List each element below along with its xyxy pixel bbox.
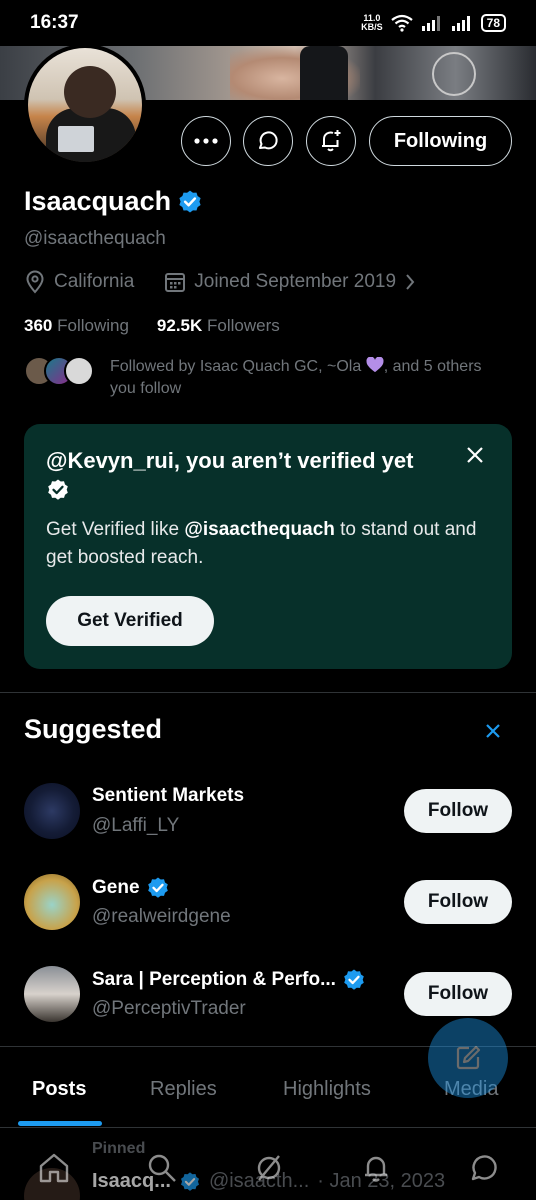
- tab-posts[interactable]: Posts: [32, 1078, 86, 1101]
- close-icon[interactable]: [484, 722, 502, 740]
- status-bar: 16:37 11.0 KB/S 78: [0, 0, 536, 46]
- bottom-navigation: [0, 1140, 536, 1200]
- suggested-avatar: [24, 874, 80, 930]
- signal-icon: [421, 16, 440, 31]
- suggested-avatar: [24, 783, 80, 839]
- verified-badge-icon: [179, 190, 201, 213]
- get-verified-button[interactable]: Get Verified: [46, 596, 214, 646]
- status-time: 16:37: [30, 12, 79, 33]
- banner-car-key: [300, 46, 348, 100]
- following-button[interactable]: Following: [369, 116, 512, 166]
- verified-badge-icon: [147, 877, 168, 898]
- verify-promo-card: @Kevyn_rui, you aren’t verified yet Get …: [24, 424, 512, 669]
- search-icon: [148, 1154, 177, 1182]
- calendar-icon: [165, 273, 186, 292]
- suggested-handle: @Laffi_LY: [92, 815, 180, 836]
- active-tab-indicator: [18, 1121, 102, 1126]
- verify-card-description: Get Verified like @isaacthequach to stan…: [46, 516, 496, 572]
- profile-avatar[interactable]: [24, 44, 146, 166]
- follow-button[interactable]: Follow: [404, 789, 512, 833]
- nav-search[interactable]: [146, 1152, 178, 1189]
- suggested-name: Sara | Perception & Perfo...: [92, 969, 336, 990]
- followed-by-names: Followed by Isaac Quach GC, ~Ola: [110, 358, 362, 375]
- bell-plus-icon: [322, 130, 341, 152]
- verified-check-icon: [48, 479, 68, 500]
- compose-button[interactable]: [428, 1018, 508, 1098]
- profile-location: California: [54, 271, 135, 292]
- followers-count: 92.5K: [156, 316, 203, 335]
- battery-indicator: 78: [480, 14, 506, 32]
- divider: [0, 692, 536, 693]
- purple-heart-icon: [366, 357, 384, 373]
- home-icon: [40, 1153, 69, 1182]
- chevron-right-icon[interactable]: [404, 272, 416, 292]
- divider: [0, 1127, 536, 1128]
- suggested-name: Sentient Markets: [92, 785, 245, 806]
- banner-car-logo: [432, 52, 476, 96]
- tab-replies[interactable]: Replies: [150, 1078, 217, 1101]
- profile-handle: @isaacthequach: [24, 228, 166, 249]
- nav-home[interactable]: [37, 1152, 71, 1189]
- profile-name-row: Isaacquach: [24, 186, 203, 217]
- net-speed-unit: KB/S: [361, 22, 383, 32]
- followers-count-link[interactable]: 92.5K Followers: [157, 316, 280, 336]
- following-count-link[interactable]: 360 Following: [24, 316, 129, 336]
- followed-by-text[interactable]: Followed by Isaac Quach GC, ~Ola , and 5…: [110, 356, 510, 400]
- following-count: 360: [24, 316, 53, 335]
- nav-messages[interactable]: [467, 1152, 499, 1189]
- profile-meta: California Joined September 2019: [24, 270, 416, 294]
- suggested-item[interactable]: Sentient Markets @Laffi_LY Follow: [24, 783, 512, 843]
- suggested-item[interactable]: Gene @realweirdgene Follow: [24, 874, 512, 934]
- location-pin-icon: [26, 270, 44, 294]
- signal-icon-2: [451, 16, 470, 31]
- followers-label: Followers: [207, 316, 280, 335]
- following-label: Following: [57, 316, 129, 335]
- compose-pen-icon: [456, 1045, 481, 1070]
- verify-card-title-text: @Kevyn_rui, you aren’t verified yet: [46, 448, 414, 473]
- wifi-icon: [390, 14, 413, 32]
- verify-desc-handle: @isaacthequach: [184, 519, 335, 540]
- followed-by-avatars[interactable]: [24, 356, 94, 386]
- verified-badge-icon: [344, 969, 364, 990]
- follow-button[interactable]: Follow: [404, 880, 512, 924]
- net-speed: 11.0 KB/S: [361, 14, 383, 32]
- message-button[interactable]: [243, 116, 293, 166]
- suggested-name: Gene: [92, 877, 140, 898]
- message-bubble-icon: [259, 131, 278, 150]
- nav-notifications[interactable]: [360, 1152, 392, 1189]
- profile-name: Isaacquach: [24, 186, 172, 216]
- tab-highlights[interactable]: Highlights: [283, 1078, 371, 1101]
- close-icon[interactable]: [466, 446, 484, 464]
- nav-grok[interactable]: [253, 1152, 285, 1189]
- bell-icon: [364, 1156, 387, 1182]
- grok-icon: [257, 1154, 281, 1181]
- profile-joined: Joined September 2019: [194, 271, 397, 292]
- suggested-item[interactable]: Sara | Perception & Perfo... @PerceptivT…: [24, 966, 512, 1026]
- notifications-button[interactable]: [306, 116, 356, 166]
- more-options-button[interactable]: [181, 116, 231, 166]
- follow-button[interactable]: Follow: [404, 972, 512, 1016]
- suggested-handle: @realweirdgene: [92, 906, 231, 927]
- more-horizontal-icon: [194, 138, 218, 144]
- suggested-title: Suggested: [24, 714, 163, 744]
- suggested-handle: @PerceptivTrader: [92, 998, 246, 1019]
- verify-card-title: @Kevyn_rui, you aren’t verified yet: [46, 446, 436, 506]
- follow-counts: 360 Following 92.5K Followers: [24, 316, 280, 336]
- suggested-avatar: [24, 966, 80, 1022]
- messages-icon: [471, 1154, 497, 1180]
- mini-avatar: [64, 356, 94, 386]
- verify-desc-prefix: Get Verified like: [46, 519, 185, 540]
